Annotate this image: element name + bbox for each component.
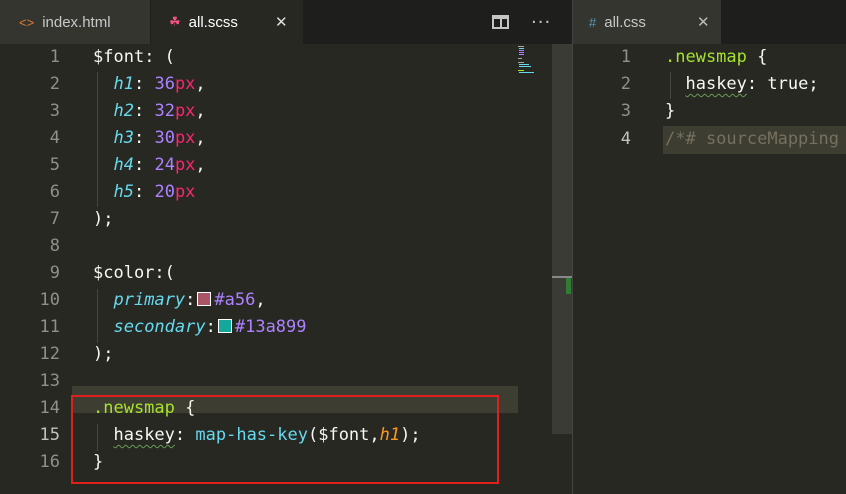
punctuation: , — [195, 128, 206, 148]
css-selector: .newsmap — [665, 47, 747, 67]
minimap[interactable] — [516, 44, 534, 84]
css-property: haskey — [113, 425, 175, 445]
editor-actions: ··· — [492, 0, 551, 44]
line-number: 10 — [39, 290, 60, 310]
color-swatch[interactable] — [217, 319, 232, 333]
line-number: 6 — [49, 182, 60, 202]
split-editor-icon[interactable] — [492, 15, 509, 29]
punctuation: : — [133, 74, 155, 94]
punctuation: ($font, — [307, 425, 380, 445]
function-name: map-has-key — [195, 425, 308, 445]
line-number: 12 — [39, 344, 60, 364]
tab-label: all.scss — [188, 13, 238, 31]
color-value: #13a899 — [234, 317, 307, 337]
line-number: 14 — [39, 398, 60, 418]
punctuation: ); — [400, 425, 421, 445]
map-key: secondary — [113, 317, 206, 337]
line-number: 5 — [49, 155, 60, 175]
punctuation: : — [133, 155, 155, 175]
scss-editor[interactable]: 1 $font: ( 2 h1: 36px, 3 h2: 32px, 4 h3: … — [0, 44, 572, 494]
color-swatch[interactable] — [197, 292, 212, 306]
css-hash-icon: # — [589, 14, 597, 30]
close-icon[interactable]: ✕ — [275, 13, 288, 31]
color-value: #a56 — [214, 290, 256, 310]
number: 24 — [154, 155, 175, 175]
punctuation: , — [255, 290, 266, 310]
punctuation: : — [133, 128, 155, 148]
line-number: 1 — [49, 47, 60, 67]
tab-label: all.css — [604, 13, 646, 31]
css-property: haskey — [685, 74, 747, 94]
number: 32 — [154, 101, 175, 121]
punctuation: , — [195, 74, 206, 94]
line-number: 1 — [620, 47, 631, 67]
punctuation: , — [195, 155, 206, 175]
map-key: h2 — [113, 101, 134, 121]
punctuation: ); — [93, 344, 114, 364]
unit: px — [174, 74, 196, 94]
punctuation: { — [174, 398, 196, 418]
map-key: h4 — [113, 155, 134, 175]
punctuation: , — [195, 101, 206, 121]
line-number: 9 — [49, 263, 60, 283]
line-number: 2 — [620, 74, 631, 94]
left-tab-bar: <> index.html ☘ all.scss ✕ ··· — [0, 0, 572, 44]
code-brackets-icon: <> — [19, 14, 35, 30]
map-key: h3 — [113, 128, 134, 148]
map-key: primary — [113, 290, 186, 310]
right-tab-bar: # all.css ✕ — [573, 0, 846, 44]
map-key: h5 — [113, 182, 134, 202]
line-number: 8 — [49, 236, 60, 256]
line-number: 16 — [39, 452, 60, 472]
punctuation: } — [665, 101, 676, 121]
vertical-scrollbar[interactable] — [552, 44, 572, 434]
tab-all-scss[interactable]: ☘ all.scss ✕ — [151, 0, 303, 44]
number: 20 — [154, 182, 175, 202]
punctuation: : ( — [144, 47, 175, 67]
unit: px — [174, 155, 196, 175]
unit: px — [174, 101, 196, 121]
line-number: 3 — [49, 101, 60, 121]
line-number: 11 — [39, 317, 60, 337]
variable-name: $color — [93, 263, 155, 283]
line-number: 2 — [49, 74, 60, 94]
code-comment: /*# sourceMapping — [665, 129, 839, 149]
punctuation: { — [746, 47, 768, 67]
punctuation: : — [133, 182, 155, 202]
line-number: 13 — [39, 371, 60, 391]
punctuation: } — [93, 452, 104, 472]
unit: px — [174, 182, 196, 202]
css-selector: .newsmap — [93, 398, 175, 418]
number: 36 — [154, 74, 175, 94]
scrollbar-change-marker — [566, 278, 571, 294]
tab-index-html[interactable]: <> index.html — [0, 0, 150, 44]
function-argument: h1 — [379, 425, 401, 445]
close-icon[interactable]: ✕ — [697, 13, 710, 31]
line-number: 7 — [49, 209, 60, 229]
number: 30 — [154, 128, 175, 148]
punctuation: : — [174, 425, 196, 445]
map-key: h1 — [113, 74, 134, 94]
css-value: true; — [767, 74, 819, 94]
unit: px — [174, 128, 196, 148]
line-number: 15 — [39, 425, 60, 445]
punctuation: : — [746, 74, 768, 94]
more-actions-icon[interactable]: ··· — [531, 12, 551, 33]
line-number: 4 — [49, 128, 60, 148]
variable-name: $font — [93, 47, 145, 67]
sass-icon: ☘ — [169, 14, 181, 29]
line-number: 3 — [620, 101, 631, 121]
punctuation: :( — [154, 263, 175, 283]
line-number: 4 — [620, 129, 631, 149]
editor-window: <> index.html ☘ all.scss ✕ ··· # all.css… — [0, 0, 846, 494]
tab-label: index.html — [42, 13, 111, 31]
css-editor[interactable]: 1 .newsmap { 2 haskey: true; 3} 4 /*# sour… — [573, 44, 846, 494]
punctuation: ); — [93, 209, 114, 229]
punctuation: : — [133, 101, 155, 121]
tab-all-css[interactable]: # all.css ✕ — [573, 0, 721, 44]
